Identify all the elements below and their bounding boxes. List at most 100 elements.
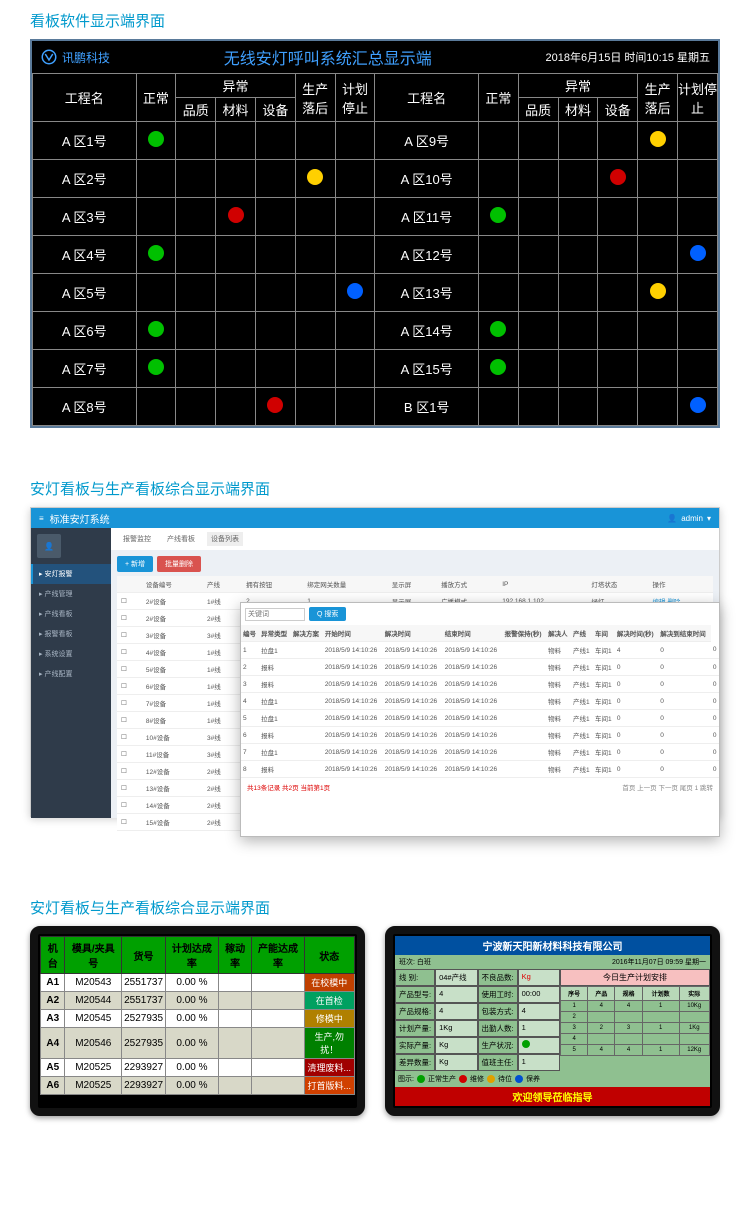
andon-cell [176, 198, 216, 236]
popup-cell [291, 761, 323, 778]
legend-swatch [515, 1075, 523, 1083]
popup-row[interactable]: 5拉盘12018/5/9 14:10:262018/5/9 14:10:2620… [241, 710, 719, 727]
popup-row[interactable]: 2报料2018/5/9 14:10:262018/5/9 14:10:26201… [241, 659, 719, 676]
andon-cell [295, 122, 335, 160]
andon-header-cell: 生产落后 [295, 74, 335, 122]
breadcrumb-item[interactable]: 报警监控 [119, 532, 155, 546]
t1-cell [218, 974, 252, 992]
t1-cell: 0.00 % [166, 1028, 219, 1059]
andon-cell [598, 236, 638, 274]
topbar: ≡ 标准安灯系统 👤 admin ▾ [31, 508, 719, 528]
legend-text: 正常生产 [428, 1074, 456, 1084]
plan-cell [679, 1012, 709, 1023]
popup-header: 开始时间 [323, 625, 383, 642]
shift-value: 白班 [417, 959, 431, 966]
t2-field: 4 [435, 1003, 477, 1020]
andon-header-cell: 材料 [558, 98, 598, 122]
table-cell: ☐ [117, 627, 142, 644]
legend-swatch [459, 1075, 467, 1083]
status-badge: 在首检 [305, 992, 354, 1009]
plan-cell: 3 [615, 1023, 642, 1034]
plan-cell: 1 [642, 1023, 679, 1034]
popup-row[interactable]: 4拉盘12018/5/9 14:10:262018/5/9 14:10:2620… [241, 693, 719, 710]
andon-cell [216, 388, 256, 426]
popup-cell: 8 [241, 761, 259, 778]
t1-cell: 0.00 % [166, 1077, 219, 1095]
popup-cell: 2018/5/9 14:10:26 [323, 642, 383, 659]
table-cell: 14#设备 [142, 797, 203, 814]
andon-cell [478, 388, 518, 426]
andon-header-cell: 设备 [255, 98, 295, 122]
andon-cell [216, 312, 256, 350]
popup-search-button[interactable]: Q 搜索 [309, 607, 346, 621]
popup-row[interactable]: 3报料2018/5/9 14:10:262018/5/9 14:10:26201… [241, 676, 719, 693]
andon-cell [638, 160, 678, 198]
user-menu[interactable]: 👤 admin ▾ [667, 514, 711, 523]
andon-row-name: A 区12号 [375, 236, 479, 274]
plan-header: 产品 [588, 987, 615, 1001]
andon-cell [136, 160, 176, 198]
andon-row-name: A 区14号 [375, 312, 479, 350]
legend-label: 图示: [398, 1074, 414, 1084]
sidebar-item[interactable]: ▸ 产线配置 [31, 664, 111, 684]
plan-cell: 1 [642, 1001, 679, 1012]
popup-cell: 0 [711, 710, 719, 727]
plan-cell: 4 [588, 1045, 615, 1056]
popup-cell: 车间1 [593, 727, 615, 744]
table-cell: ☐ [117, 746, 142, 763]
andon-header-cell: 异常 [518, 74, 637, 98]
sidebar-item[interactable]: ▸ 系统设置 [31, 644, 111, 664]
table-header [117, 576, 142, 593]
popup-cell [291, 676, 323, 693]
table-cell: 2#设备 [142, 593, 203, 610]
andon-header-cell: 工程名 [33, 74, 137, 122]
popup-cell: 报料 [259, 676, 291, 693]
table-cell: 11#设备 [142, 746, 203, 763]
sidebar-item[interactable]: ▸ 安灯报警 [31, 564, 111, 584]
table-header: 灯塔状态 [587, 576, 648, 593]
bulk-delete-button[interactable]: 批量删除 [157, 556, 201, 572]
popup-cell: 产线1 [571, 676, 593, 693]
add-button[interactable]: + 新增 [117, 556, 153, 572]
popup-search-input[interactable] [245, 608, 305, 621]
burger-icon[interactable]: ≡ [39, 514, 44, 523]
t1-cell: 2293927 [122, 1059, 166, 1077]
status-dot [148, 131, 164, 147]
popup-cell: 2018/5/9 14:10:26 [383, 710, 443, 727]
popup-row[interactable]: 6报料2018/5/9 14:10:262018/5/9 14:10:26201… [241, 727, 719, 744]
sidebar-item[interactable]: ▸ 报警看板 [31, 624, 111, 644]
table-header: 播放方式 [437, 576, 498, 593]
t1-cell: 修模中 [304, 1010, 354, 1028]
popup-cell: 7 [241, 744, 259, 761]
popup-cell: 0 [711, 693, 719, 710]
popup-row[interactable]: 8报料2018/5/9 14:10:262018/5/9 14:10:26201… [241, 761, 719, 778]
popup-cell: 2018/5/9 14:10:26 [323, 744, 383, 761]
popup-row[interactable]: 7拉盘12018/5/9 14:10:262018/5/9 14:10:2620… [241, 744, 719, 761]
popup-cell: 0 [615, 659, 658, 676]
breadcrumb-item[interactable]: 产线看板 [163, 532, 199, 546]
andon-row-name: A 区8号 [33, 388, 137, 426]
table-cell: 5#设备 [142, 661, 203, 678]
popup-pagination[interactable]: 首页 上一页 下一页 尾页 1 跳转 [622, 782, 713, 792]
plan-table: 序号产品规格计划数实际 144110Kg232311Kg4544112Kg [560, 986, 710, 1056]
sidebar-item[interactable]: ▸ 产线管理 [31, 584, 111, 604]
popup-cell: 0 [711, 642, 719, 659]
andon-cell [136, 236, 176, 274]
popup-table: 编号异常类型解决方案开始时间解决时间结束时间报警保持(秒)解决人产线车间解决时间… [241, 625, 719, 778]
popup-row[interactable]: 1拉盘12018/5/9 14:10:262018/5/9 14:10:2620… [241, 642, 719, 659]
popup-cell [503, 693, 546, 710]
popup-cell: 物料 [546, 659, 571, 676]
popup-cell: 0 [711, 744, 719, 761]
andon-cell [335, 350, 375, 388]
sidebar-item[interactable]: ▸ 产线看板 [31, 604, 111, 624]
popup-header: 车间 [593, 625, 615, 642]
t1-cell [252, 1010, 304, 1028]
andon-cell [216, 122, 256, 160]
breadcrumb-item[interactable]: 设备列表 [207, 532, 243, 546]
plan-header: 实际 [679, 987, 709, 1001]
popup-cell [291, 727, 323, 744]
sidebar: 👤 ▸ 安灯报警▸ 产线管理▸ 产线看板▸ 报警看板▸ 系统设置▸ 产线配置 [31, 528, 111, 818]
status-badge: 在校模中 [305, 974, 354, 991]
t1-cell: 生产,勿扰！ [304, 1028, 354, 1059]
popup-cell [291, 659, 323, 676]
